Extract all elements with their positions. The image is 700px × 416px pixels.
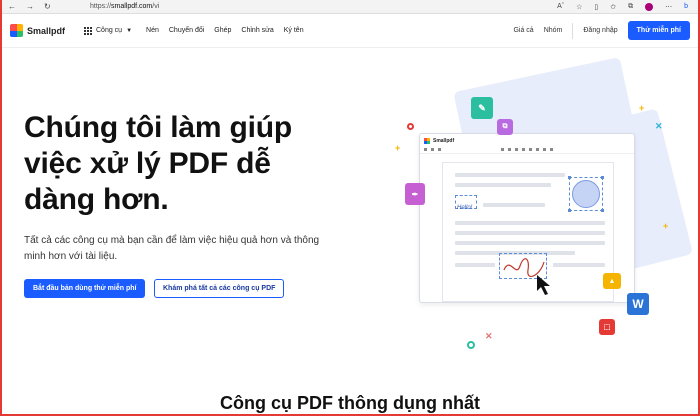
app-window-title: Smallpdf [433,138,455,144]
url-field[interactable]: https://smallpdf.com/vi [90,3,557,10]
document-page: Hello! [442,162,614,302]
popular-tools-title: Công cụ PDF thông dụng nhất [220,393,480,413]
tools-menu[interactable]: Công cụ ▼ [84,26,133,35]
app-toolbar [420,146,634,154]
nav-merge[interactable]: Ghép [214,27,231,34]
login-link[interactable]: Đăng nhập [583,27,617,34]
image-icon: ▲ [603,273,621,289]
chevron-down-icon: ▼ [126,27,133,34]
main-nav: Nén Chuyển đổi Ghép Chỉnh sửa Ký tên [146,27,304,34]
sparkle-icon: ✕ [485,331,493,341]
more-icon[interactable]: ⋯ [665,3,672,11]
pen-icon: ✒ [405,183,425,205]
browser-address-bar: ← → ↻ https://smallpdf.com/vi Aˆ ☆ ▯ ✩ ⧉… [2,0,698,14]
sparkle-icon: + [395,143,401,153]
profile-avatar[interactable] [645,2,654,11]
hero-section: Chúng tôi làm giúp việc xử lý PDF dễ dàn… [2,48,698,414]
nav-convert[interactable]: Chuyển đổi [169,27,204,34]
smallpdf-logo-icon [10,24,23,37]
sparkle-icon: ✕ [655,121,663,131]
browser-frame: ← → ↻ https://smallpdf.com/vi Aˆ ☆ ▯ ✩ ⧉… [2,0,698,414]
shape-selection-box [568,176,604,212]
tools-menu-label: Công cụ [96,27,123,34]
nav-edit[interactable]: Chỉnh sửa [241,27,273,34]
brand-name: Smallpdf [27,25,66,36]
sign-text: Hello! [457,205,473,211]
bing-icon[interactable]: b [684,3,688,10]
edit-icon: ✎ [471,97,493,119]
free-trial-button[interactable]: Thử miễn phí [627,21,690,40]
read-aloud-icon[interactable]: Aˆ [557,3,564,10]
site-header: Smallpdf Công cụ ▼ Nén Chuyển đổi Ghép C… [2,14,698,48]
nav-compress[interactable]: Nén [146,27,159,34]
word-icon: W [627,293,649,315]
decorative-ring [467,341,475,349]
collections-icon[interactable]: ⧉ [628,3,633,11]
nav-sign[interactable]: Ký tên [284,27,304,34]
hero-illustration: Smallpdf Hello! ✎ ⧉ ✒ ▲ W ⬚ + + ✕ ✕ + [387,56,694,349]
smallpdf-mini-logo-icon [424,138,430,144]
crop-icon: ⬚ [599,319,615,335]
sparkle-icon: + [663,221,669,231]
smallpdf-logo[interactable]: Smallpdf [10,24,84,37]
hero-subtitle: Tất cả các công cụ mà bạn cần để làm việ… [24,235,320,262]
nav-pricing[interactable]: Giá cả [513,27,533,34]
sign-selection-box: Hello! [455,195,477,211]
grid-icon [84,26,92,35]
favorites-bar-icon[interactable]: ✩ [610,3,616,11]
sparkle-icon: + [639,103,645,113]
explore-tools-button[interactable]: Khám phá tất cả các công cụ PDF [154,279,285,298]
circle-shape [572,180,600,208]
nav-divider [572,22,574,39]
mouse-cursor-icon [537,275,550,295]
reload-icon[interactable]: ↻ [44,2,51,11]
hero-title: Chúng tôi làm giúp việc xử lý PDF dễ dàn… [24,111,293,216]
copy-icon: ⧉ [497,119,513,135]
split-screen-icon[interactable]: ▯ [594,3,598,11]
decorative-ring [407,123,414,130]
nav-teams[interactable]: Nhóm [544,27,563,34]
start-trial-button[interactable]: Bắt đầu bản dùng thử miễn phí [24,279,146,298]
forward-icon[interactable]: → [26,2,34,11]
back-icon[interactable]: ← [8,2,16,11]
favorite-icon[interactable]: ☆ [576,3,582,11]
